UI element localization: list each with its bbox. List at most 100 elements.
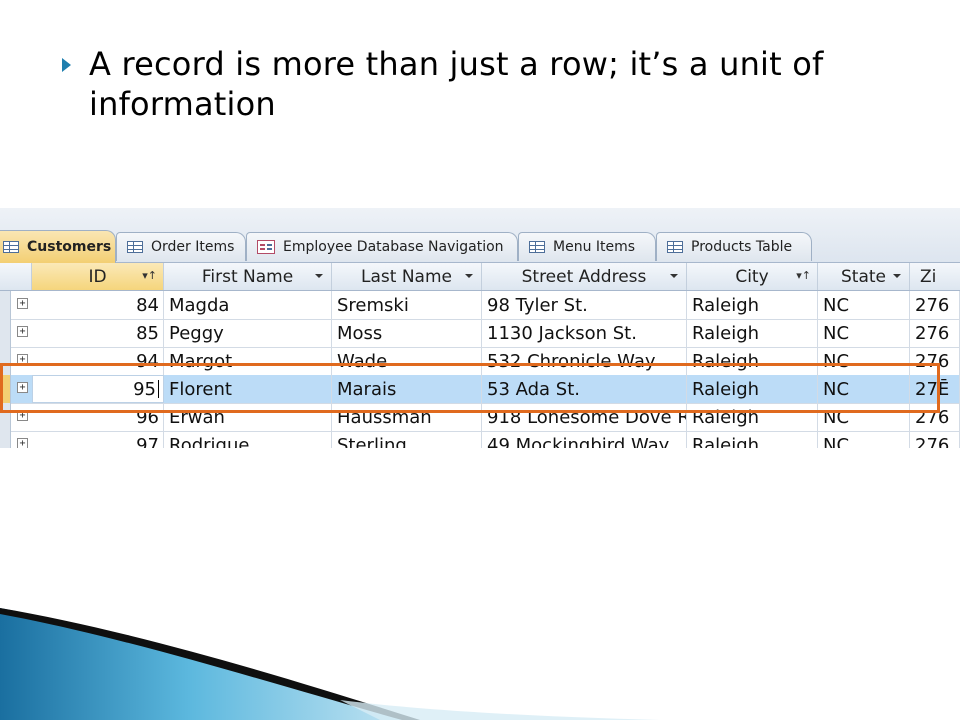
text-caret [158, 380, 159, 398]
cell-id[interactable]: 96 [32, 403, 164, 431]
table-row[interactable]: + 84 Magda Sremski 98 Tyler St. Raleigh … [0, 291, 960, 320]
cell-zip[interactable]: 276 [910, 291, 960, 319]
tab-order-items[interactable]: Order Items [116, 232, 246, 261]
column-header-label: Last Name [361, 266, 452, 287]
cell-street-address[interactable]: 532 Chronicle Way [482, 347, 687, 375]
cell-first-name[interactable]: Peggy [164, 319, 332, 347]
cell-state[interactable]: NC [818, 319, 910, 347]
cell-street-address[interactable]: 1130 Jackson St. [482, 319, 687, 347]
column-header-city[interactable]: City ▾↑ [687, 263, 818, 290]
cell-zip[interactable]: 276 [910, 431, 960, 448]
cell-street-address[interactable]: 98 Tyler St. [482, 291, 687, 319]
column-header-street-address[interactable]: Street Address [482, 263, 687, 290]
record-selector[interactable] [0, 375, 11, 403]
expand-plus-icon[interactable]: + [17, 354, 28, 365]
record-selector[interactable] [0, 319, 11, 347]
cell-zip[interactable]: 276 [910, 403, 960, 431]
cell-street-address[interactable]: 53 Ada St. [482, 375, 687, 403]
cell-zip[interactable]: 276 [910, 319, 960, 347]
column-header-label: State [841, 266, 886, 287]
cell-last-name[interactable]: Haussman [332, 403, 482, 431]
dropdown-arrow-icon[interactable] [670, 274, 678, 278]
cell-city[interactable]: Raleigh [687, 347, 818, 375]
tab-products-table[interactable]: Products Table [656, 232, 812, 261]
table-row[interactable]: + 97 Rodrigue Sterling 49 Mockingbird Wa… [0, 431, 960, 448]
select-all-corner[interactable] [0, 263, 32, 290]
access-datasheet-screenshot: Customers Order Items Employee Database … [0, 208, 960, 448]
cell-last-name[interactable]: Moss [332, 319, 482, 347]
dropdown-arrow-icon[interactable] [893, 274, 901, 278]
expand-plus-icon[interactable]: + [17, 326, 28, 337]
cell-last-name[interactable]: Marais [332, 375, 482, 403]
column-header-label: City [735, 266, 769, 287]
bullet-arrow-icon [62, 58, 71, 72]
cell-id[interactable]: 94 [32, 347, 164, 375]
swoosh-light-band [340, 700, 660, 720]
tab-customers[interactable]: Customers [0, 230, 116, 263]
tab-label: Order Items [151, 239, 235, 255]
cell-first-name[interactable]: Margot [164, 347, 332, 375]
table-row-current[interactable]: + 95 Florent Marais 53 Ada St. Raleigh N… [0, 375, 960, 404]
table-row[interactable]: + 94 Margot Wade 532 Chronicle Way Ralei… [0, 347, 960, 376]
expand-plus-icon[interactable]: + [17, 298, 28, 309]
column-header-id[interactable]: ID ▾↑ [32, 263, 164, 290]
cell-first-name[interactable]: Rodrigue [164, 431, 332, 448]
record-selector[interactable] [0, 403, 11, 431]
cell-city[interactable]: Raleigh [687, 403, 818, 431]
tab-label: Customers [27, 239, 112, 255]
cell-zip[interactable]: 27Ē [910, 375, 960, 403]
cell-last-name[interactable]: Sterling [332, 431, 482, 448]
cell-id-editing[interactable]: 95 [32, 375, 164, 403]
cell-state[interactable]: NC [818, 291, 910, 319]
cell-street-address[interactable]: 918 Lonesome Dove R [482, 403, 687, 431]
table-icon [127, 241, 143, 253]
column-header-label: First Name [201, 266, 294, 287]
record-selector[interactable] [0, 431, 11, 448]
dropdown-arrow-icon[interactable] [465, 274, 473, 278]
tab-label: Menu Items [553, 239, 636, 255]
tab-label: Products Table [691, 239, 793, 255]
cell-id[interactable]: 97 [32, 431, 164, 448]
expand-plus-icon[interactable]: + [17, 382, 28, 393]
table-row[interactable]: + 85 Peggy Moss 1130 Jackson St. Raleigh… [0, 319, 960, 348]
cell-street-address[interactable]: 49 Mockingbird Way [482, 431, 687, 448]
table-row[interactable]: + 96 Erwan Haussman 918 Lonesome Dove R … [0, 403, 960, 432]
tab-employee-database-navigation[interactable]: Employee Database Navigation [246, 232, 518, 261]
sort-ascending-dropdown-icon[interactable]: ▾↑ [142, 269, 157, 282]
cell-first-name[interactable]: Magda [164, 291, 332, 319]
cell-first-name[interactable]: Florent [164, 375, 332, 403]
column-header-zip[interactable]: Zi [910, 263, 960, 290]
bullet-text: A record is more than just a row; it’s a… [89, 44, 922, 124]
cell-state[interactable]: NC [818, 431, 910, 448]
cell-zip[interactable]: 276 [910, 347, 960, 375]
column-header-first-name[interactable]: First Name [164, 263, 332, 290]
cell-city[interactable]: Raleigh [687, 375, 818, 403]
dropdown-arrow-icon[interactable] [315, 274, 323, 278]
tab-menu-items[interactable]: Menu Items [518, 232, 656, 261]
cell-id[interactable]: 84 [32, 291, 164, 319]
record-selector[interactable] [0, 291, 11, 319]
cell-last-name[interactable]: Sremski [332, 291, 482, 319]
cell-last-name[interactable]: Wade [332, 347, 482, 375]
table-icon [667, 241, 683, 253]
record-selector[interactable] [0, 347, 11, 375]
sort-ascending-dropdown-icon[interactable]: ▾↑ [796, 269, 811, 282]
expand-plus-icon[interactable]: + [17, 438, 28, 448]
column-header-state[interactable]: State [818, 263, 910, 290]
expand-plus-icon[interactable]: + [17, 410, 28, 421]
cell-state[interactable]: NC [818, 375, 910, 403]
cell-first-name[interactable]: Erwan [164, 403, 332, 431]
cell-id[interactable]: 85 [32, 319, 164, 347]
slide-bullet: A record is more than just a row; it’s a… [62, 44, 922, 124]
table-icon [3, 241, 19, 253]
cell-city[interactable]: Raleigh [687, 291, 818, 319]
document-tab-bar: Customers Order Items Employee Database … [0, 208, 960, 263]
cell-city[interactable]: Raleigh [687, 431, 818, 448]
decorative-swoosh [0, 608, 660, 720]
cell-state[interactable]: NC [818, 403, 910, 431]
column-header-last-name[interactable]: Last Name [332, 263, 482, 290]
column-header-row: ID ▾↑ First Name Last Name Street Addres… [0, 263, 960, 291]
cell-state[interactable]: NC [818, 347, 910, 375]
column-header-label: Street Address [521, 266, 647, 287]
cell-city[interactable]: Raleigh [687, 319, 818, 347]
